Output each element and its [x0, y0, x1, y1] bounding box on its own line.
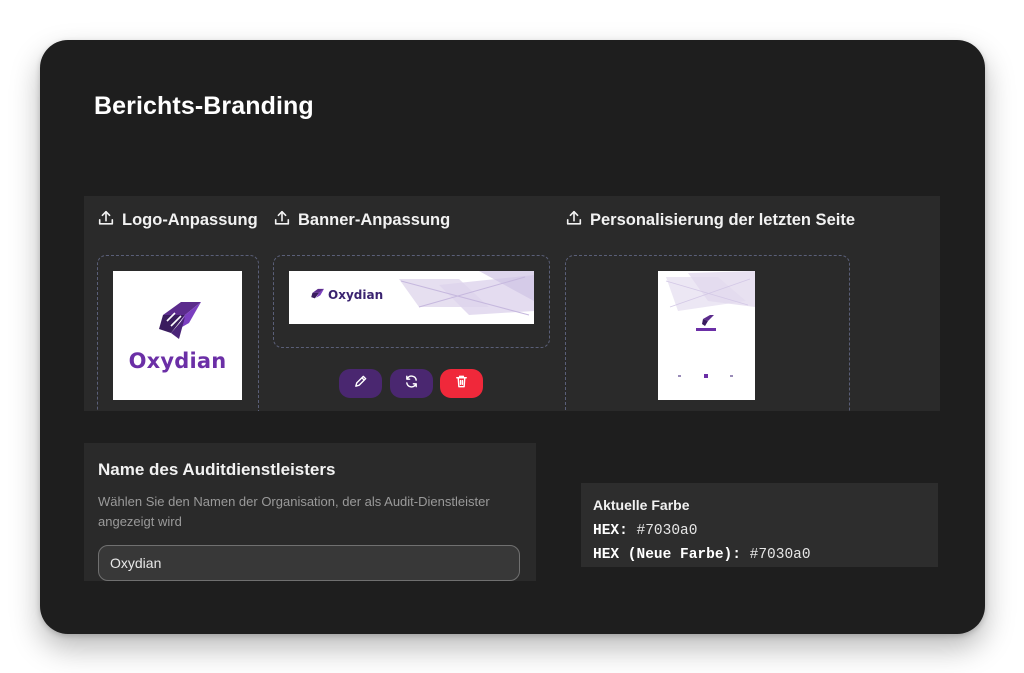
banner-brand: Oxydian [309, 288, 383, 302]
logo-section-label: Logo-Anpassung [122, 211, 258, 229]
last-page-section-header: Personalisierung der letzten Seite [565, 209, 855, 232]
trash-icon [454, 374, 469, 394]
hex-current-row: HEX: #7030a0 [593, 523, 697, 539]
last-page-thumbnail [665, 271, 755, 378]
banner-brand-text: Oxydian [328, 288, 384, 302]
current-color-card: Aktuelle Farbe HEX: #7030a0 HEX (Neue Fa… [581, 483, 938, 567]
delete-banner-button[interactable] [440, 369, 483, 398]
oxydian-logo-icon [311, 288, 324, 299]
replace-banner-button[interactable] [390, 369, 433, 398]
last-page-section-label: Personalisierung der letzten Seite [590, 211, 855, 229]
branding-window: Berichts-Branding Logo-Anpassung Banner-… [40, 40, 985, 634]
logo-preview: Oxydian [113, 271, 242, 400]
logo-brand-text: Oxydian [128, 348, 227, 373]
last-page-preview [658, 271, 755, 400]
oxydian-logo-icon [158, 301, 201, 339]
refresh-icon [404, 374, 419, 394]
pencil-icon [353, 374, 368, 394]
hex-label: HEX: [593, 523, 628, 539]
upload-icon [97, 209, 115, 232]
hex-new-label: HEX (Neue Farbe): [593, 547, 741, 563]
hex-new-row: HEX (Neue Farbe): #7030a0 [593, 547, 811, 563]
auditor-name-title: Name des Auditdienstleisters [98, 460, 336, 479]
hex-value: #7030a0 [636, 523, 698, 539]
banner-section-header: Banner-Anpassung [273, 209, 450, 232]
page-title: Berichts-Branding [94, 92, 314, 120]
upload-icon [565, 209, 583, 232]
current-color-title: Aktuelle Farbe [593, 497, 690, 513]
auditor-name-card: Name des Auditdienstleisters Wählen Sie … [84, 443, 536, 581]
edit-banner-button[interactable] [339, 369, 382, 398]
upload-panel: Logo-Anpassung Banner-Anpassung Personal… [84, 196, 940, 411]
banner-preview: Oxydian [289, 271, 534, 324]
hex-new-value: #7030a0 [749, 547, 811, 563]
upload-icon [273, 209, 291, 232]
auditor-name-description: Wählen Sie den Namen der Organisation, d… [98, 494, 490, 529]
auditor-name-input[interactable] [98, 545, 520, 581]
logo-section-header: Logo-Anpassung [97, 209, 258, 232]
banner-section-label: Banner-Anpassung [298, 211, 451, 229]
